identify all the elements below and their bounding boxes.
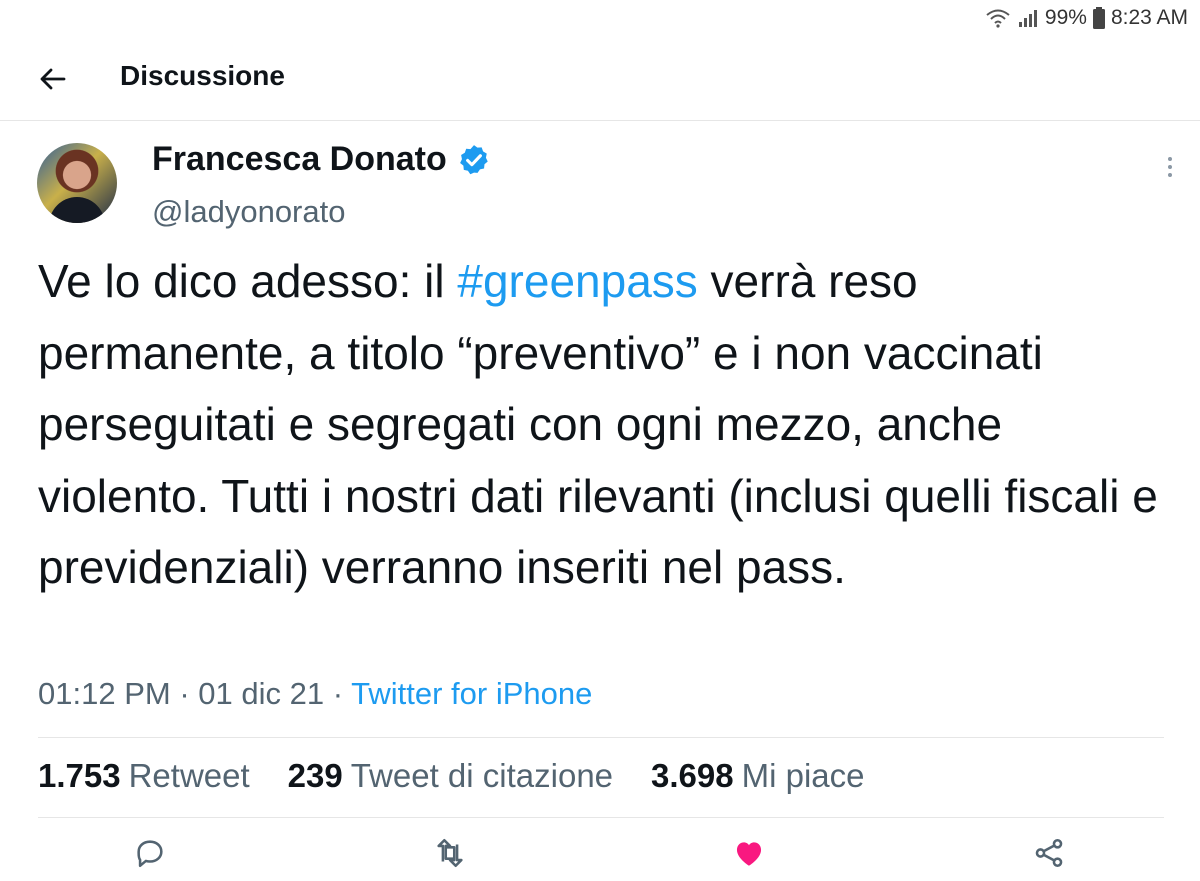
share-icon	[1035, 838, 1063, 868]
page-title: Discussione	[120, 60, 285, 91]
hashtag-link[interactable]: #greenpass	[457, 255, 697, 307]
back-button[interactable]	[36, 62, 70, 96]
quote-count-value: 239	[287, 757, 343, 794]
share-button[interactable]	[1032, 836, 1066, 870]
retweet-count[interactable]: 1.753 Retweet	[38, 757, 250, 795]
arrow-left-icon	[40, 68, 66, 90]
more-vertical-icon	[1168, 157, 1172, 161]
like-count-label: Mi piace	[741, 757, 865, 794]
divider	[38, 817, 1164, 818]
battery-percent: 99%	[1044, 6, 1087, 29]
signal-icon	[1018, 10, 1037, 27]
clock: 8:23 AM	[1110, 6, 1188, 29]
meta-separator: ·	[179, 676, 190, 711]
tweet-meta: 01:12 PM · 01 dic 21 · Twitter for iPhon…	[38, 676, 592, 712]
author-name[interactable]: Francesca Donato	[152, 140, 491, 179]
reply-icon	[137, 840, 163, 868]
tweet-actions	[0, 836, 1200, 872]
more-options-button[interactable]	[1159, 153, 1181, 183]
tweet-source-link[interactable]: Twitter for iPhone	[351, 676, 592, 711]
quote-count-label: Tweet di citazione	[350, 757, 614, 794]
meta-separator: ·	[332, 676, 344, 711]
retweet-button[interactable]	[433, 836, 467, 870]
retweet-count-label: Retweet	[128, 757, 250, 794]
status-bar: 99% 8:23 AM	[0, 0, 1200, 36]
retweet-icon	[437, 838, 463, 868]
author-name-text: Francesca Donato	[152, 140, 447, 178]
like-icon	[736, 842, 762, 866]
verified-badge-icon	[459, 144, 488, 174]
tweet-time[interactable]: 01:12 PM	[38, 676, 171, 711]
top-app-bar: Discussione	[0, 36, 1200, 121]
wifi-icon	[986, 9, 1010, 28]
reply-button[interactable]	[133, 836, 167, 870]
quote-tweet-count[interactable]: 239 Tweet di citazione	[288, 757, 613, 795]
retweet-count-value: 1.753	[38, 757, 121, 794]
tweet-text-start: Ve lo dico adesso: il	[38, 255, 458, 307]
like-button[interactable]	[732, 836, 766, 870]
divider	[38, 737, 1164, 738]
avatar[interactable]	[37, 143, 117, 223]
like-count-value: 3.698	[651, 757, 734, 794]
tweet-text: Ve lo dico adesso: il #greenpass verrà r…	[38, 246, 1158, 604]
author-handle[interactable]: @ladyonorato	[152, 194, 345, 230]
engagement-stats: 1.753 Retweet 239 Tweet di citazione 3.698…	[38, 757, 865, 795]
like-count[interactable]: 3.698 Mi piace	[651, 757, 864, 795]
tweet-date[interactable]: 01 dic 21	[198, 676, 324, 711]
battery-icon	[1092, 7, 1105, 29]
